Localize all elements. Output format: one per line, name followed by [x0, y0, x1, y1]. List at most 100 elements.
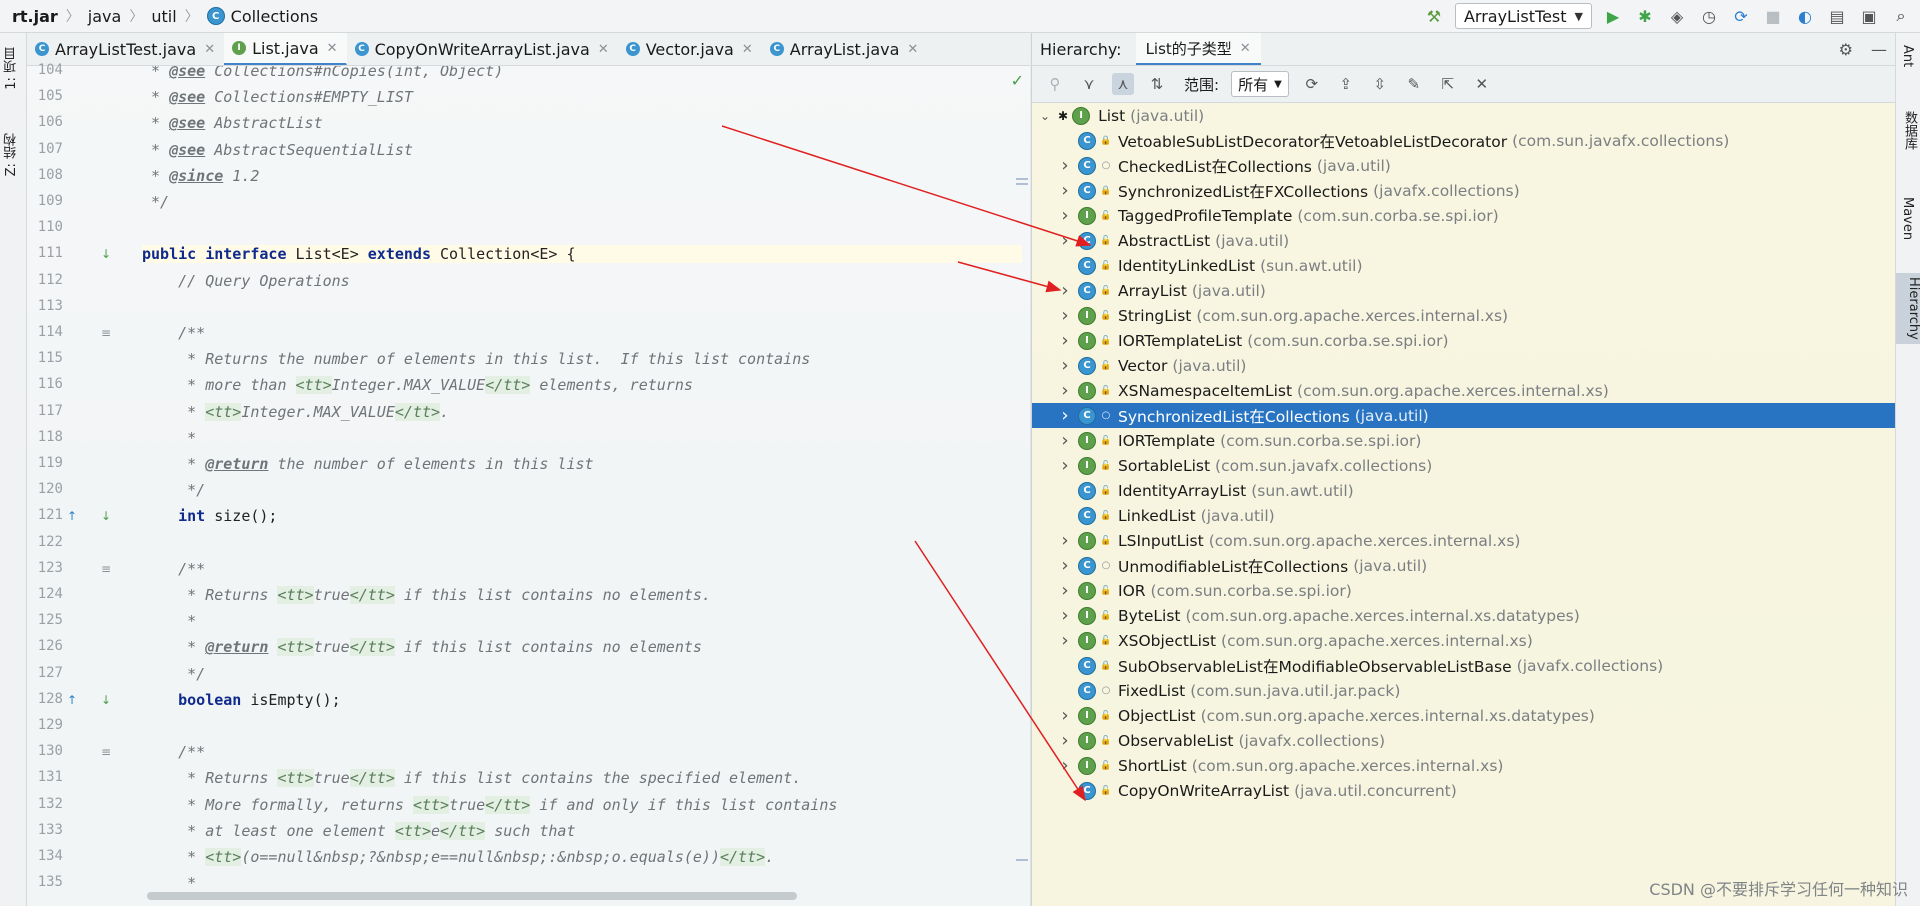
line-number[interactable]: 112: [27, 272, 63, 288]
update-icon[interactable]: ⟳: [1730, 5, 1752, 27]
line-number[interactable]: 116: [27, 376, 63, 392]
sort-alphabetically-icon[interactable]: ⇅: [1146, 73, 1168, 95]
tree-row[interactable]: ⌄ ✱ I List (java.util): [1032, 103, 1895, 128]
scope-select[interactable]: 所有 ▼: [1231, 71, 1289, 97]
chevron-right-icon[interactable]: ›: [1058, 555, 1072, 576]
code-line[interactable]: * Returns the number of elements in this…: [142, 350, 810, 368]
chevron-right-icon[interactable]: ›: [1058, 330, 1072, 351]
close-icon[interactable]: ✕: [327, 41, 338, 56]
doc-comment-icon[interactable]: ≡: [101, 326, 111, 340]
code-line[interactable]: int size();: [142, 507, 277, 525]
code-line[interactable]: /**: [142, 324, 205, 342]
code-line[interactable]: *: [142, 612, 196, 630]
pin-icon[interactable]: ✎: [1403, 73, 1425, 95]
line-number[interactable]: 104: [27, 62, 63, 78]
chevron-right-icon[interactable]: ›: [1058, 380, 1072, 401]
code-line[interactable]: * at least one element <tt>e</tt> such t…: [142, 821, 576, 840]
hierarchy-tool-tab[interactable]: Hierarchy: [1896, 273, 1920, 344]
code-line[interactable]: * @return <tt>true</tt> if this list con…: [142, 638, 702, 657]
close-icon[interactable]: ✕: [598, 42, 609, 57]
tree-row[interactable]: › C ○ CheckedList在Collections (java.util): [1032, 153, 1895, 178]
breadcrumb-util[interactable]: util: [151, 7, 176, 26]
tree-row[interactable]: › C ○ UnmodifiableList在Collections (java.uti…: [1032, 553, 1895, 578]
line-number[interactable]: 134: [27, 848, 63, 864]
line-number[interactable]: 121: [27, 507, 63, 523]
code-line[interactable]: * @see AbstractSequentialList: [142, 141, 413, 159]
code-line[interactable]: boolean isEmpty();: [142, 691, 341, 709]
code-line[interactable]: /**: [142, 560, 205, 578]
editor-tab[interactable]: C Vector.java ✕: [618, 33, 762, 65]
code-line[interactable]: * <tt>(o==null&nbsp;?&nbsp;e==null&nbsp;…: [142, 848, 774, 866]
line-number[interactable]: 132: [27, 796, 63, 812]
line-number[interactable]: 110: [27, 219, 63, 235]
line-number[interactable]: 123: [27, 560, 63, 576]
minimize-icon[interactable]: —: [1871, 40, 1887, 59]
implemented-by-icon[interactable]: ↓: [101, 247, 111, 261]
chevron-right-icon[interactable]: ›: [1058, 605, 1072, 626]
line-number[interactable]: 108: [27, 167, 63, 183]
tree-row[interactable]: › I 🔓 ByteList (com.sun.org.apache.xerces.in…: [1032, 603, 1895, 628]
open-external-icon[interactable]: ⇱: [1437, 73, 1459, 95]
gear-icon[interactable]: ⚙: [1839, 40, 1853, 59]
tree-row[interactable]: C 🔓 IdentityLinkedList (sun.awt.util): [1032, 253, 1895, 278]
code-line[interactable]: * @see Collections#nCopies(int, Object): [142, 66, 503, 80]
tree-row[interactable]: › C 🔓 Vector (java.util): [1032, 353, 1895, 378]
breadcrumb-jar[interactable]: rt.jar: [12, 7, 58, 26]
line-number[interactable]: 124: [27, 586, 63, 602]
line-number[interactable]: 113: [27, 298, 63, 314]
code-line[interactable]: * More formally, returns <tt>true</tt> i…: [142, 795, 837, 814]
code-line[interactable]: * @see AbstractList: [142, 114, 323, 132]
tree-row[interactable]: › I 🔓 IORTemplate (com.sun.corba.se.spi.ior): [1032, 428, 1895, 453]
chevron-right-icon[interactable]: ›: [1058, 705, 1072, 726]
code-line[interactable]: * Returns <tt>true</tt> if this list con…: [142, 769, 801, 788]
subtypes-icon[interactable]: ⋏: [1112, 73, 1134, 95]
chevron-right-icon[interactable]: ›: [1058, 730, 1072, 751]
code-line[interactable]: *: [142, 874, 196, 892]
line-number[interactable]: 115: [27, 350, 63, 366]
code-line[interactable]: // Query Operations: [142, 272, 350, 290]
editor-tab[interactable]: C CopyOnWriteArrayList.java ✕: [347, 33, 618, 65]
tree-row[interactable]: › C ○ SynchronizedList在Collections (java.uti…: [1032, 403, 1895, 428]
build-hammer-icon[interactable]: ⚒: [1423, 5, 1445, 27]
overrides-icon[interactable]: ↑: [67, 509, 77, 523]
line-number[interactable]: 122: [27, 534, 63, 550]
structure-tool-tab[interactable]: Z: 结构: [2, 133, 21, 176]
breadcrumb-java[interactable]: java: [88, 7, 122, 26]
code-line[interactable]: * <tt>Integer.MAX_VALUE</tt>.: [142, 402, 449, 421]
layout-icon[interactable]: ▣: [1858, 5, 1880, 27]
run-configuration-select[interactable]: ArrayListTest ▼: [1454, 3, 1592, 29]
doc-comment-icon[interactable]: ≡: [101, 562, 111, 576]
search-everywhere-icon[interactable]: ◐: [1794, 5, 1816, 27]
chevron-right-icon[interactable]: ›: [1058, 155, 1072, 176]
line-number[interactable]: 130: [27, 743, 63, 759]
tree-row[interactable]: C ○ FixedList (com.sun.java.util.jar.pack): [1032, 678, 1895, 703]
line-number[interactable]: 109: [27, 193, 63, 209]
line-number[interactable]: 107: [27, 141, 63, 157]
tree-row[interactable]: C 🔓 CopyOnWriteArrayList (java.util.concurr…: [1032, 778, 1895, 803]
refresh-icon[interactable]: ⟳: [1301, 73, 1323, 95]
chevron-right-icon[interactable]: ›: [1058, 205, 1072, 226]
chevron-right-icon[interactable]: ›: [1058, 405, 1072, 426]
tree-row[interactable]: › I 🔓 XSObjectList (com.sun.org.apache.xerce…: [1032, 628, 1895, 653]
line-number[interactable]: 128: [27, 691, 63, 707]
code-line[interactable]: *: [142, 429, 196, 447]
close-icon[interactable]: ✕: [1471, 73, 1493, 95]
tree-row[interactable]: C 🔒 SubObservableList在ModifiableObservable…: [1032, 653, 1895, 678]
line-number[interactable]: 117: [27, 403, 63, 419]
line-number[interactable]: 119: [27, 455, 63, 471]
profile-icon[interactable]: ◷: [1698, 5, 1720, 27]
line-number[interactable]: 127: [27, 665, 63, 681]
tree-row[interactable]: › I 🔓 TaggedProfileTemplate (com.sun.corba.s…: [1032, 203, 1895, 228]
line-number[interactable]: 126: [27, 638, 63, 654]
line-number[interactable]: 131: [27, 769, 63, 785]
close-icon[interactable]: ✕: [907, 42, 918, 57]
implemented-by-icon[interactable]: ↓: [101, 693, 111, 707]
chevron-right-icon[interactable]: ›: [1058, 755, 1072, 776]
line-number[interactable]: 125: [27, 612, 63, 628]
line-number[interactable]: 129: [27, 717, 63, 733]
chevron-right-icon[interactable]: ›: [1058, 630, 1072, 651]
implemented-by-icon[interactable]: ↓: [101, 509, 111, 523]
editor-tab[interactable]: I List.java ✕: [224, 33, 347, 65]
line-number[interactable]: 111: [27, 245, 63, 261]
chevron-right-icon[interactable]: ›: [1058, 580, 1072, 601]
